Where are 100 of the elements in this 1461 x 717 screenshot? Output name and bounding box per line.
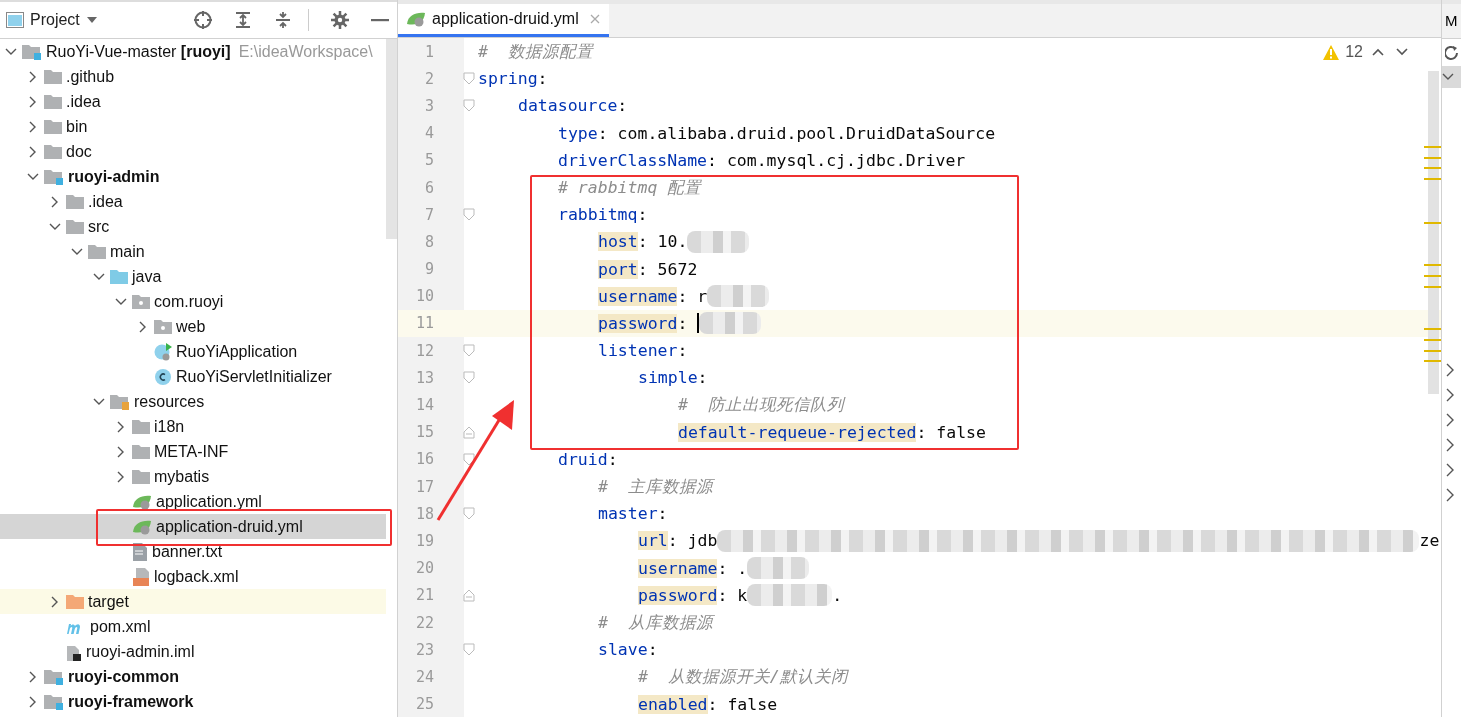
folder-icon: [66, 194, 84, 209]
colon: :: [707, 150, 717, 170]
tree-item[interactable]: i18n: [0, 414, 386, 439]
tree-item[interactable]: pom.xml: [0, 614, 386, 639]
dropdown-caret-icon[interactable]: [85, 16, 98, 24]
class-run-icon: [154, 342, 172, 361]
scrollbar[interactable]: [386, 39, 397, 239]
line-number: 12: [414, 341, 434, 360]
yaml-key: druid: [558, 449, 608, 469]
warning-marker: [1424, 275, 1441, 277]
code-comment: # 从数据源开关/默认关闭: [638, 665, 848, 688]
side-tree-row[interactable]: [1442, 66, 1461, 88]
fold-icon[interactable]: [463, 452, 475, 466]
yaml-key: driverClassName: [558, 150, 707, 170]
tree-item[interactable]: .github: [0, 64, 386, 89]
yaml-key: password: [638, 585, 718, 605]
tree-item[interactable]: RuoYi-Vue-master [ruoyi] E:\ideaWorkspace\: [0, 39, 386, 64]
tree-item-label: ruoyi-admin: [68, 167, 160, 186]
tree-item[interactable]: bin: [0, 114, 386, 139]
expand-chevron-icon[interactable]: [1445, 463, 1455, 477]
line-number: 18: [414, 504, 434, 523]
tree-item[interactable]: application-druid.yml: [0, 514, 386, 539]
yaml-value: com.alibaba.druid.pool.DruidDataSource: [617, 123, 996, 143]
folder-icon: [110, 269, 128, 284]
locate-icon[interactable]: [192, 9, 214, 31]
tree-item[interactable]: target: [0, 589, 386, 614]
tree-item-label: RuoYiServletInitializer: [176, 367, 332, 386]
line-number: 22: [414, 613, 434, 632]
tree-item[interactable]: ruoyi-common: [0, 664, 386, 689]
warning-icon: [1323, 44, 1340, 60]
yaml-key: simple: [638, 368, 698, 388]
warning-marker: [1424, 264, 1441, 266]
tree-item[interactable]: src: [0, 214, 386, 239]
line-number: 15: [414, 423, 434, 442]
colon: :: [916, 422, 927, 442]
colon: :: [537, 69, 548, 89]
folder-icon: [44, 119, 62, 134]
yaml-key: slave: [598, 640, 648, 660]
tree-item-label: .idea: [88, 192, 123, 211]
xml-file-icon: [132, 567, 150, 586]
yaml-key: username: [598, 286, 678, 306]
tree-item[interactable]: banner.txt: [0, 539, 386, 564]
refresh-icon[interactable]: [1445, 45, 1459, 61]
redacted-blur: [707, 285, 770, 308]
folder-icon: [88, 244, 106, 259]
tree-item-label: ruoyi-framework: [68, 692, 194, 711]
line-number: 4: [423, 124, 434, 143]
colon: :: [717, 558, 728, 578]
tree-item-label: mybatis: [154, 467, 210, 486]
tree-item[interactable]: main: [0, 239, 386, 264]
line-number: 9: [423, 260, 434, 279]
tree-item[interactable]: doc: [0, 139, 386, 164]
line-number: 6: [423, 178, 434, 197]
folder-icon: [44, 69, 62, 84]
warning-marker: [1424, 146, 1441, 148]
package-icon: [132, 294, 150, 309]
expand-chevron-icon[interactable]: [1445, 438, 1455, 452]
line-number: 17: [414, 477, 434, 496]
colon: :: [707, 694, 718, 714]
tree-item[interactable]: ruoyi-admin.iml: [0, 639, 386, 664]
warning-marker: [1424, 178, 1441, 180]
tree-item[interactable]: com.ruoyi: [0, 289, 386, 314]
tree-item[interactable]: META-INF: [0, 439, 386, 464]
tree-item-label: java: [132, 267, 162, 286]
collapse-chevron-icon[interactable]: [1442, 73, 1454, 81]
tree-item-label: ruoyi-admin.iml: [86, 642, 195, 661]
tree-item-label: target: [88, 592, 129, 611]
yaml-value: k: [737, 585, 748, 605]
tree-item[interactable]: mybatis: [0, 464, 386, 489]
tree-item[interactable]: java: [0, 264, 386, 289]
yaml-key: default-requeue-rejected: [678, 422, 917, 442]
settings-icon[interactable]: [329, 9, 351, 31]
tree-item[interactable]: logback.xml: [0, 564, 386, 589]
yaml-value: ze: [1419, 531, 1440, 551]
expand-chevron-icon[interactable]: [1445, 388, 1455, 402]
tree-item[interactable]: ruoyi-framework: [0, 689, 386, 714]
warning-count[interactable]: 12: [1345, 43, 1363, 61]
expand-chevron-icon[interactable]: [1445, 488, 1455, 502]
tree-item[interactable]: ruoyi-admin: [0, 164, 386, 189]
side-panel-title[interactable]: M: [1442, 0, 1461, 39]
editor-tab[interactable]: application-druid.yml: [398, 4, 609, 37]
tree-item[interactable]: .idea: [0, 189, 386, 214]
scrollbar[interactable]: [1428, 71, 1439, 394]
redacted-blur: [699, 312, 762, 335]
folder-icon: [132, 444, 150, 459]
tree-item[interactable]: web: [0, 314, 386, 339]
line-number: 20: [414, 559, 434, 578]
yaml-key: spring: [478, 69, 538, 89]
code-comment: # 主库数据源: [598, 475, 713, 498]
tree-item[interactable]: .idea: [0, 89, 386, 114]
tree-item-label: .github: [66, 67, 115, 86]
expand-chevron-icon[interactable]: [1445, 413, 1455, 427]
yaml-key: password: [598, 313, 678, 333]
tree-item[interactable]: RuoYiApplication: [0, 339, 386, 364]
expand-chevron-icon[interactable]: [1445, 363, 1455, 377]
tree-item[interactable]: RuoYiServletInitializer: [0, 364, 386, 389]
line-number: 16: [414, 450, 434, 469]
tree-item[interactable]: application.yml: [0, 489, 386, 514]
tree-item[interactable]: resources: [0, 389, 386, 414]
spring-leaf-icon: [406, 11, 426, 27]
